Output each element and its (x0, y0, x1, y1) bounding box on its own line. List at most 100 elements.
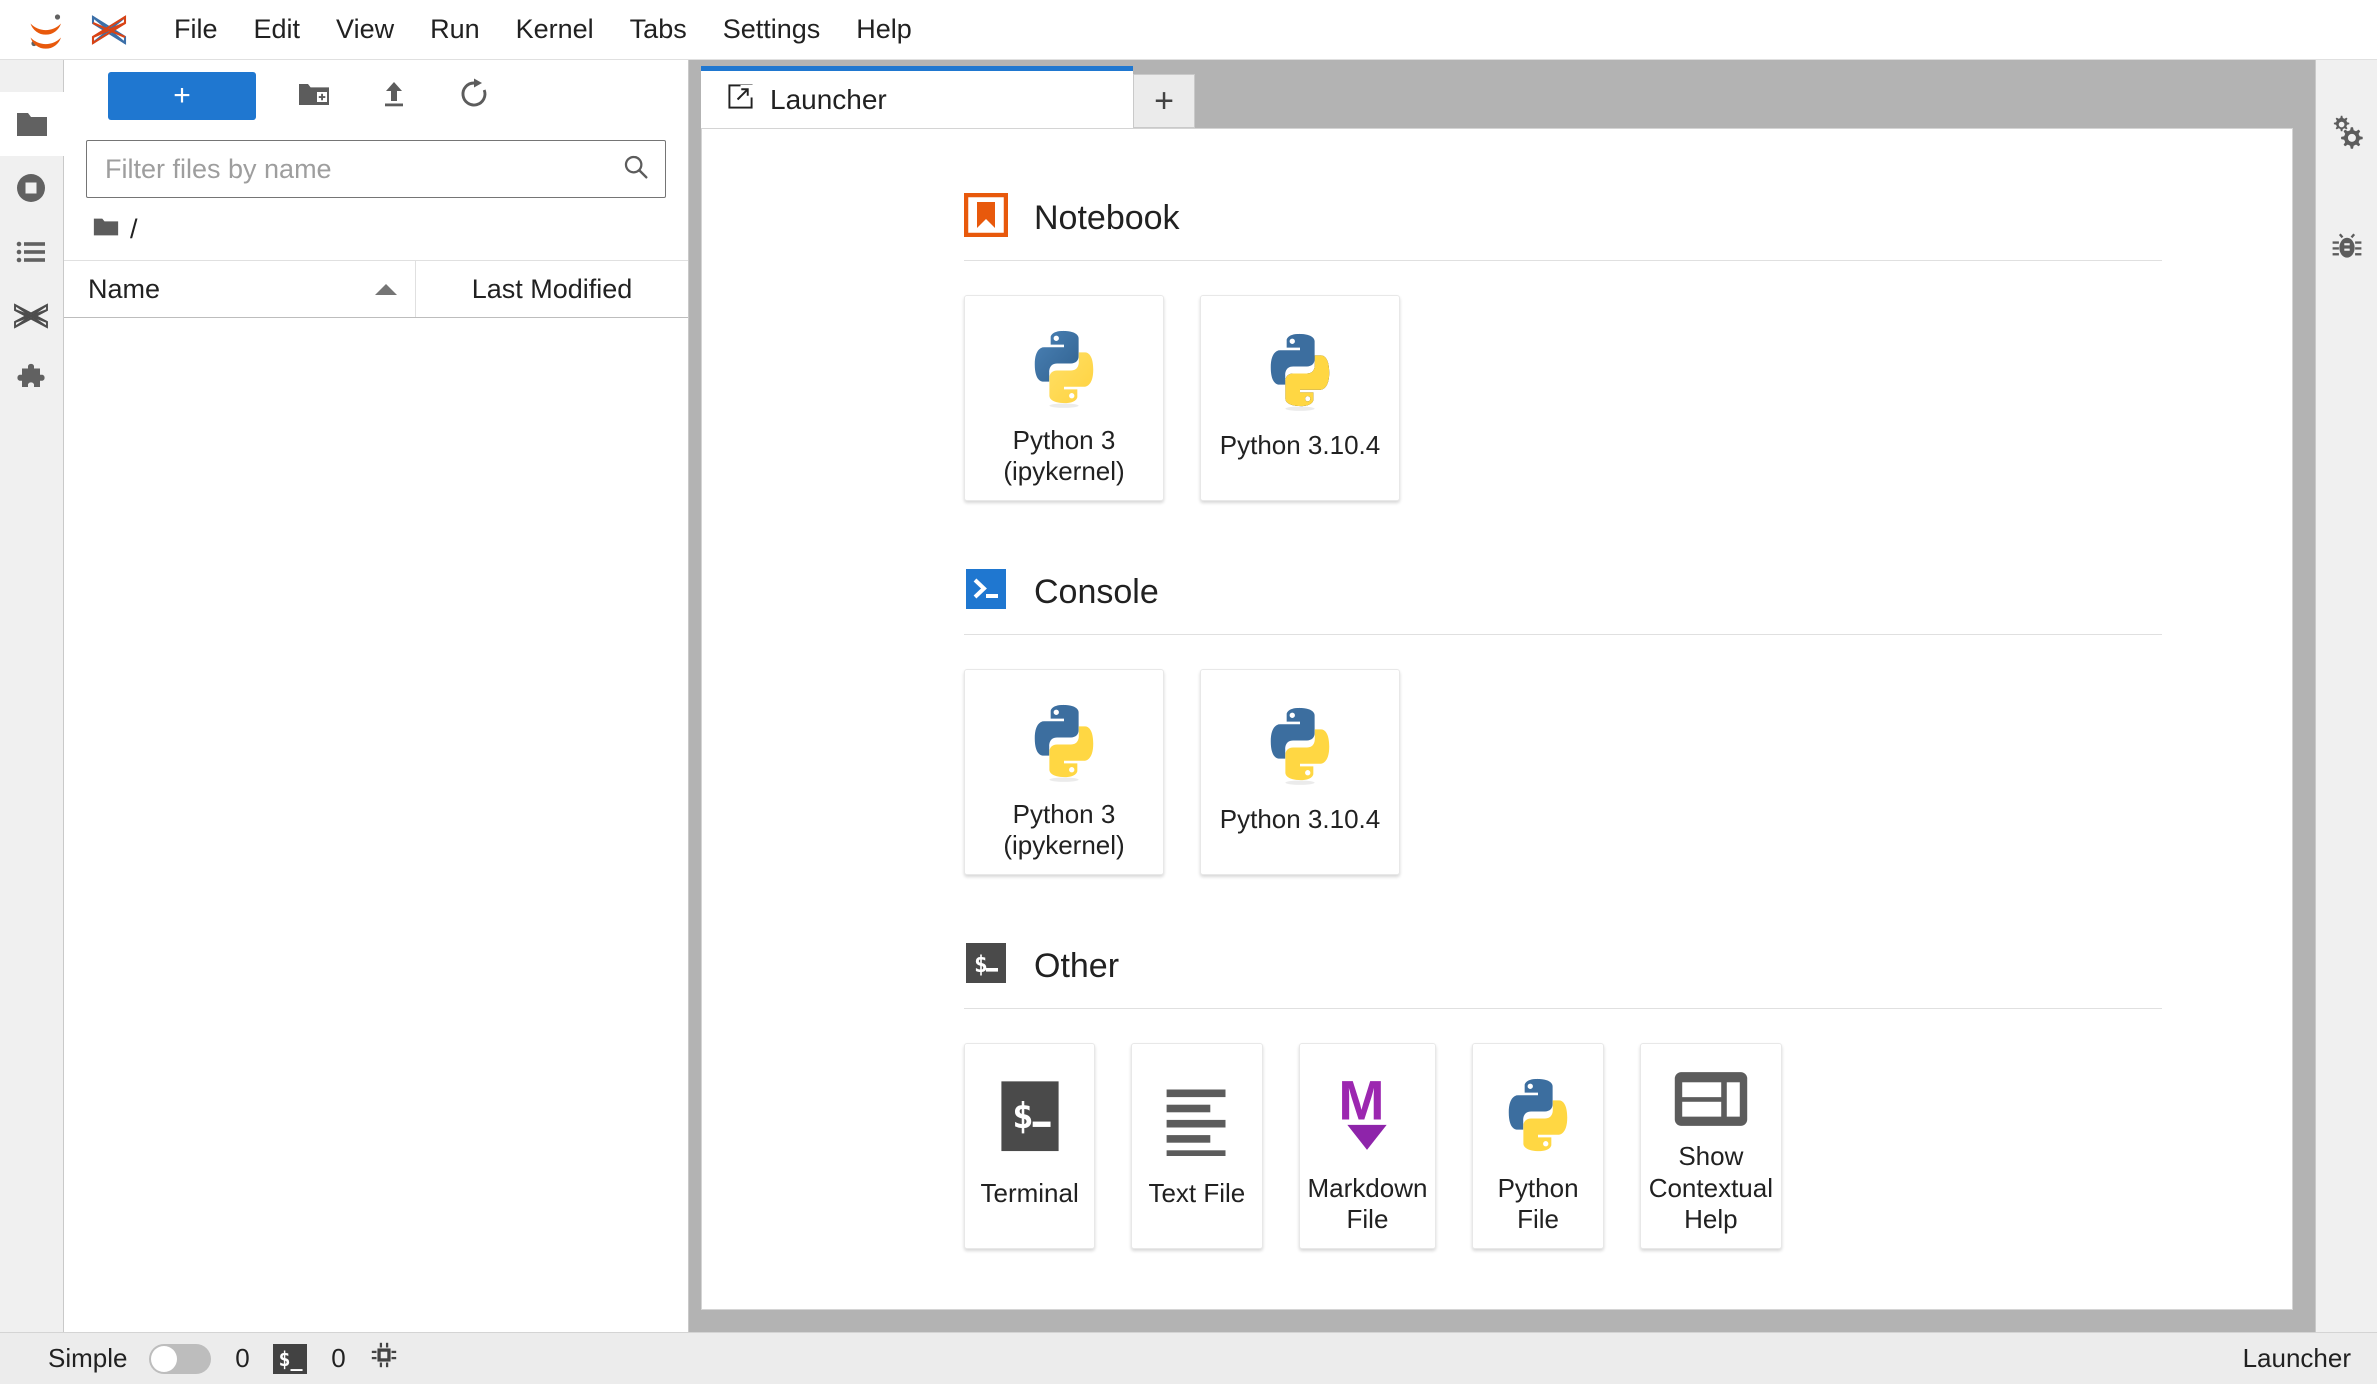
new-folder-button[interactable] (274, 70, 354, 122)
filter-wrap (64, 132, 688, 198)
card-label: Markdown File (1307, 1172, 1428, 1235)
section-divider-console (964, 634, 2162, 635)
list-icon (13, 234, 49, 270)
text-file-icon (1159, 1068, 1235, 1168)
breadcrumb: / (64, 198, 688, 260)
gears-icon (2328, 112, 2366, 155)
file-list[interactable] (64, 318, 688, 1332)
terminal-status-button[interactable]: $_ (273, 1343, 308, 1374)
card-label: Terminal (980, 1178, 1079, 1208)
sidebar-item-table-of-contents[interactable] (0, 220, 63, 284)
section-header-console: Console (964, 567, 1782, 634)
card-terminal[interactable]: $ Terminal (964, 1043, 1096, 1249)
svg-text:$: $ (1012, 1096, 1034, 1137)
card-markdown-file[interactable]: M Markdown File (1298, 1043, 1437, 1249)
chip-icon (369, 1340, 399, 1377)
sidebar-item-running[interactable] (0, 156, 63, 220)
menu-help[interactable]: Help (838, 10, 930, 49)
card-label: Show Contextual Help (1648, 1140, 1773, 1235)
markdown-icon: M (1331, 1068, 1403, 1163)
main-dock-area: Launcher + Notebook Python 3 (ipykernel)… (689, 60, 2315, 1332)
breadcrumb-path[interactable]: / (130, 214, 138, 245)
status-left-group: Simple 0 $_ 0 (48, 1340, 399, 1377)
refresh-button[interactable] (434, 70, 514, 122)
main-body: + Filter files by name / Name Last Modif… (0, 60, 2377, 1332)
filter-files-input[interactable] (105, 153, 621, 185)
python-icon (1495, 1068, 1581, 1163)
elyra-logo-icon[interactable] (88, 10, 130, 50)
card-python-file[interactable]: Python File (1472, 1043, 1604, 1249)
card-label: Python 3 (ipykernel) (1003, 798, 1125, 861)
launcher-panel: Notebook Python 3 (ipykernel) Python 3.1… (702, 129, 2292, 1309)
dock-content: Notebook Python 3 (ipykernel) Python 3.1… (701, 128, 2293, 1310)
notebook-icon (963, 192, 1009, 242)
python-icon (1257, 320, 1343, 420)
file-list-header: Name Last Modified (64, 260, 688, 318)
filter-box[interactable] (86, 140, 666, 198)
file-browser-panel: + Filter files by name / Name Last Modif… (64, 60, 689, 1332)
new-launcher-button[interactable]: + (108, 72, 256, 120)
sort-ascending-icon (375, 283, 397, 295)
menu-edit[interactable]: Edit (236, 10, 319, 49)
upload-button[interactable] (354, 70, 434, 122)
simple-mode-toggle[interactable] (149, 1343, 212, 1374)
column-header-name-label: Name (88, 273, 161, 304)
menu-view[interactable]: View (318, 10, 412, 49)
section-title-notebook: Notebook (1034, 198, 1180, 237)
card-python-3-10-4-notebook[interactable]: Python 3.10.4 (1200, 295, 1400, 501)
terminal-icon: $ (994, 1068, 1066, 1168)
card-text-file[interactable]: Text File (1131, 1043, 1263, 1249)
card-label: Text File (1148, 1178, 1246, 1208)
tab-launcher[interactable]: Launcher (701, 66, 1133, 128)
current-view-label[interactable]: Launcher (2243, 1343, 2351, 1374)
menu-tabs[interactable]: Tabs (612, 10, 705, 49)
card-python3-ipykernel-console[interactable]: Python 3 (ipykernel) (964, 669, 1164, 875)
card-label: Python 3.10.4 (1219, 430, 1381, 460)
sidebar-item-extension-manager[interactable] (0, 348, 63, 412)
folder-icon (14, 106, 50, 142)
sidebar-item-debugger[interactable] (2316, 216, 2377, 278)
terminal-count[interactable]: 0 (329, 1343, 347, 1374)
upload-icon (377, 77, 411, 116)
section-divider-notebook (964, 260, 2162, 261)
python-icon (1021, 320, 1107, 415)
menu-kernel[interactable]: Kernel (498, 10, 612, 49)
refresh-icon (457, 77, 491, 116)
menu-items: File Edit View Run Kernel Tabs Settings … (156, 10, 930, 49)
menu-file[interactable]: File (156, 10, 236, 49)
menu-settings[interactable]: Settings (705, 10, 839, 49)
new-folder-icon (297, 77, 331, 116)
status-bar: Simple 0 $_ 0 Launcher (0, 1332, 2377, 1384)
breadcrumb-home-icon[interactable] (92, 213, 120, 246)
svg-text:$: $ (974, 952, 988, 978)
kernel-status-button[interactable] (369, 1340, 399, 1377)
terminal-icon: $_ (273, 1343, 308, 1374)
card-label: Python 3.10.4 (1219, 804, 1381, 834)
launcher-section-other: $ Other $ Terminal Text File M Markdown … (964, 941, 2162, 1307)
sidebar-item-elyra[interactable] (0, 284, 63, 348)
sidebar-item-file-browser[interactable] (0, 92, 64, 156)
puzzle-icon (13, 362, 49, 398)
stop-circle-icon (13, 170, 49, 206)
search-icon[interactable] (621, 152, 651, 187)
jupyterlab-window: File Edit View Run Kernel Tabs Settings … (0, 0, 2377, 1384)
toggle-knob (151, 1345, 178, 1372)
card-show-contextual-help[interactable]: Show Contextual Help (1639, 1043, 1782, 1249)
svg-text:M: M (1339, 1073, 1385, 1131)
column-header-last-modified[interactable]: Last Modified (416, 261, 688, 317)
kernel-count[interactable]: 0 (233, 1343, 251, 1374)
column-header-name[interactable]: Name (64, 261, 416, 317)
left-activity-bar (0, 60, 64, 1332)
card-python3-ipykernel-notebook[interactable]: Python 3 (ipykernel) (964, 295, 1164, 501)
python-icon (1257, 694, 1343, 794)
new-tab-button[interactable]: + (1133, 74, 1195, 128)
card-python-3-10-4-console[interactable]: Python 3.10.4 (1200, 669, 1400, 875)
card-label: Python 3 (ipykernel) (1003, 424, 1125, 487)
contextual-help-icon (1672, 1068, 1750, 1131)
sidebar-item-property-inspector[interactable] (2316, 102, 2377, 164)
dock-tab-bar: Launcher + (689, 60, 2315, 128)
jupyter-logo-icon[interactable] (26, 10, 66, 50)
file-browser-toolbar: + (64, 60, 688, 132)
python-icon (1021, 694, 1107, 789)
menu-run[interactable]: Run (412, 10, 498, 49)
